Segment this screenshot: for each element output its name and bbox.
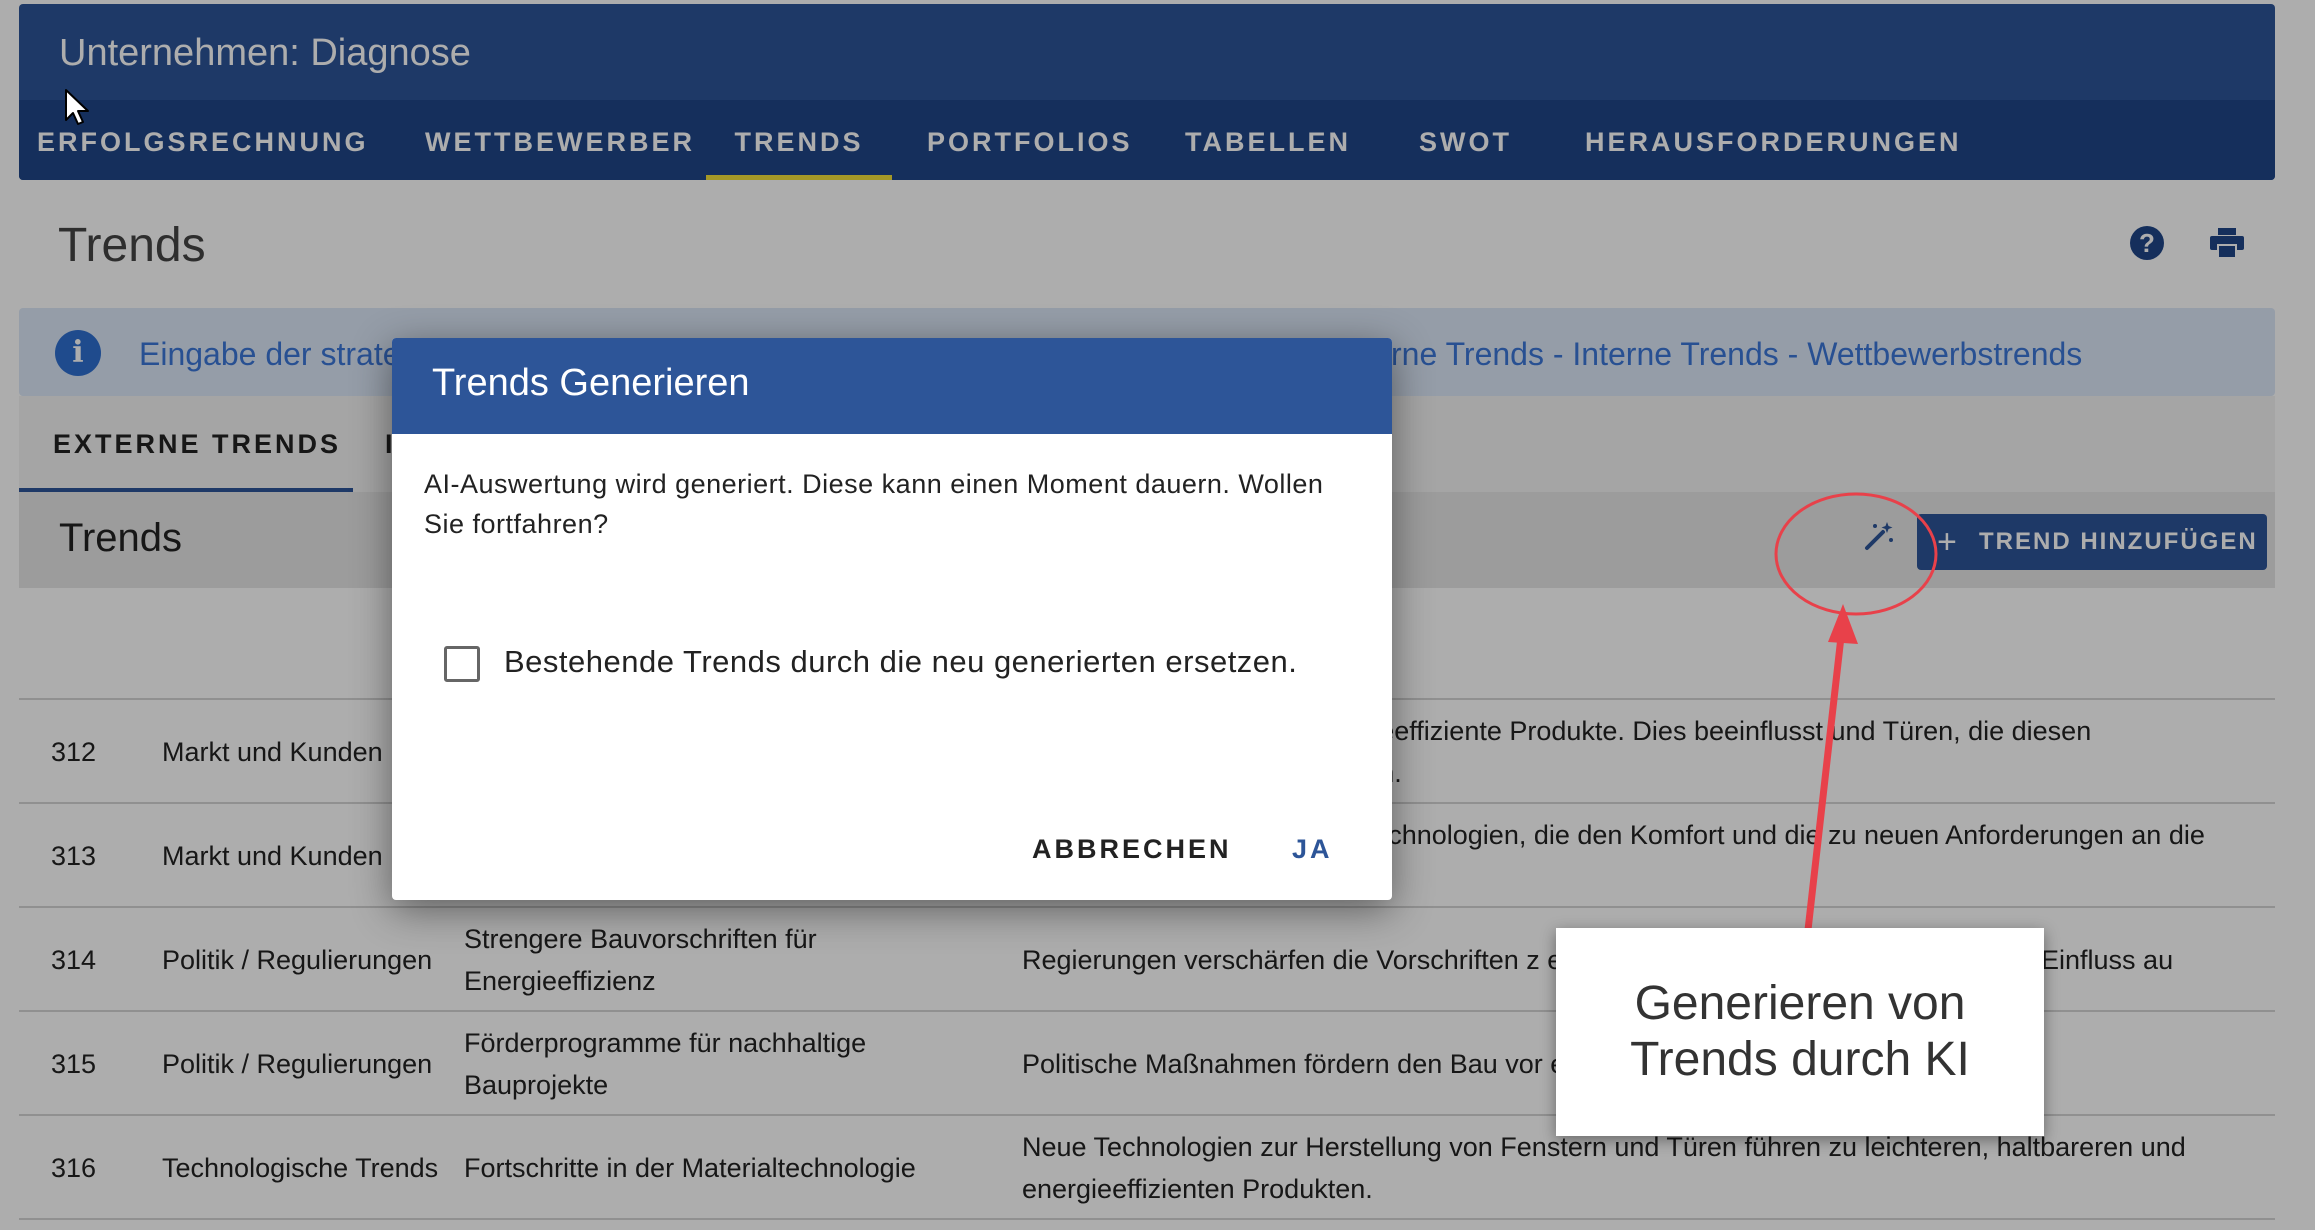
generate-trends-dialog: Trends Generieren AI-Auswertung wird gen… bbox=[392, 338, 1392, 900]
replace-trends-checkbox[interactable] bbox=[444, 646, 480, 682]
replace-trends-label[interactable]: Bestehende Trends durch die neu generier… bbox=[504, 644, 1297, 680]
dialog-title: Trends Generieren bbox=[432, 362, 750, 404]
dialog-message: AI-Auswertung wird generiert. Diese kann… bbox=[424, 469, 1324, 539]
cancel-button[interactable]: ABBRECHEN bbox=[1032, 834, 1232, 865]
mouse-cursor-icon bbox=[65, 89, 89, 125]
confirm-button[interactable]: JA bbox=[1292, 834, 1333, 865]
dialog-header: Trends Generieren bbox=[392, 338, 1392, 434]
annotation-callout: Generieren von Trends durch KI bbox=[1556, 928, 2044, 1136]
